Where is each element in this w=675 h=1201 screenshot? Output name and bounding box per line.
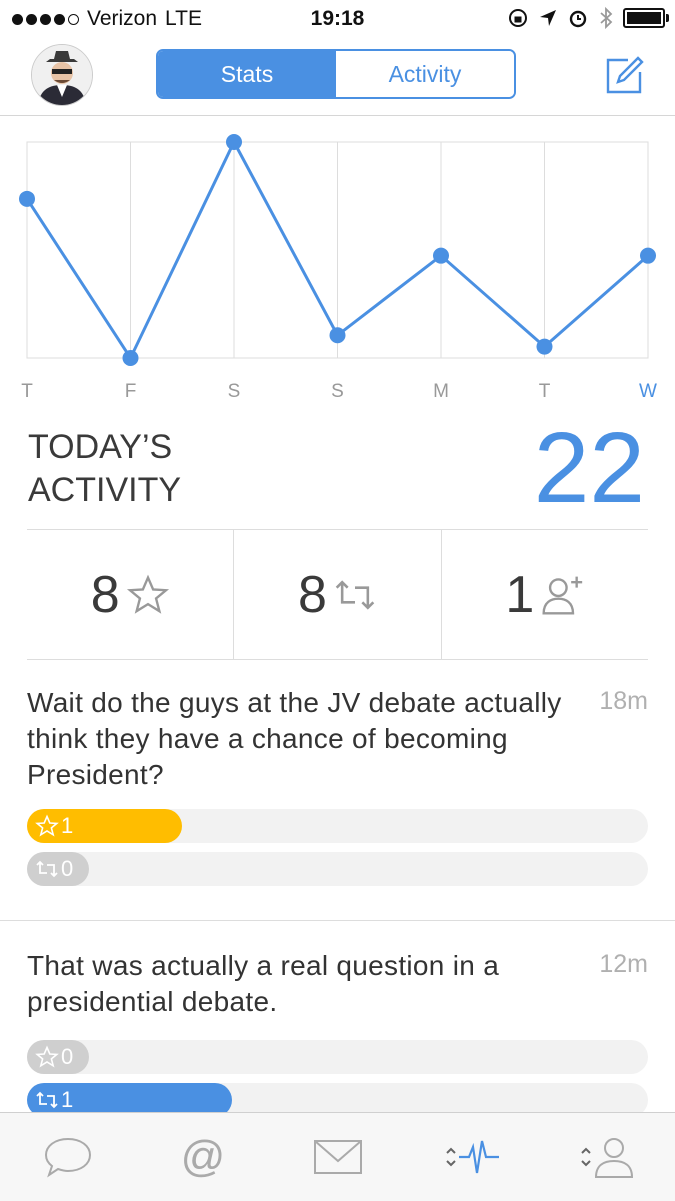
star-icon	[126, 574, 169, 614]
chart-tick-label: S	[228, 381, 241, 402]
tab-messages[interactable]	[270, 1113, 405, 1201]
activity-chart: TFSSMTW	[19, 134, 657, 402]
tweet-item[interactable]: Wait do the guys at the JV debate actual…	[27, 685, 648, 886]
favorites-bar-fill: 0	[27, 1040, 89, 1074]
rotation-lock-icon	[509, 9, 527, 27]
favorites-bar-fill: 1	[27, 809, 183, 843]
mention-icon: @	[180, 1133, 225, 1181]
today-activity-label: TODAY’S ACTIVITY	[28, 426, 181, 512]
followers-count-value: 1	[505, 565, 535, 624]
chart-tick-label: F	[125, 381, 137, 402]
today-activity-value: 22	[533, 412, 645, 524]
chart-point	[640, 247, 656, 264]
chart-point	[226, 134, 242, 150]
battery-icon	[623, 8, 669, 28]
chart-point	[122, 350, 139, 366]
star-icon	[35, 1045, 59, 1068]
favorites-bar-value: 1	[61, 813, 74, 838]
mail-icon	[313, 1140, 362, 1174]
chart-tick-label: T	[539, 381, 551, 402]
today-label-line1: TODAY’S	[28, 428, 173, 466]
chart-point	[329, 327, 346, 344]
tweet-age: 12m	[599, 950, 648, 978]
retweets-bar-value: 0	[61, 856, 74, 881]
retweets-count-value: 8	[298, 565, 327, 624]
tab-activity-active[interactable]	[405, 1113, 540, 1201]
favorites-count[interactable]: 8	[27, 530, 233, 659]
chart-tick-label: T	[21, 381, 33, 402]
retweet-icon	[36, 1091, 58, 1109]
counts-row: 8 8 1	[27, 529, 648, 660]
chart-tick-label: M	[433, 381, 449, 402]
chart-tick-label: W	[639, 381, 657, 402]
tab-stats[interactable]: Stats	[158, 51, 336, 97]
chart-point	[433, 247, 449, 264]
compose-icon[interactable]	[604, 56, 644, 96]
star-icon	[35, 814, 59, 837]
chart-tick-label: S	[331, 381, 344, 402]
favorites-count-value: 8	[90, 565, 120, 624]
retweets-bar: 0	[27, 852, 648, 886]
retweets-bar-fill: 0	[27, 852, 89, 886]
chart-point	[19, 190, 35, 207]
retweets-count[interactable]: 8	[233, 530, 440, 659]
tweet-item[interactable]: That was actually a real question in a p…	[27, 948, 648, 1117]
tweet-text: That was actually a real question in a p…	[27, 950, 500, 1017]
activity-icon	[445, 1140, 499, 1174]
divider	[0, 920, 675, 921]
chart-point	[536, 338, 553, 355]
tweet-age: 18m	[599, 687, 648, 715]
profile-icon	[580, 1138, 633, 1178]
location-icon	[540, 10, 556, 26]
today-label-line2: ACTIVITY	[28, 471, 182, 509]
favorites-bar: 0	[27, 1040, 648, 1074]
add-follower-icon	[542, 576, 583, 615]
segmented-control: Stats Activity	[156, 49, 516, 99]
tweet-text: Wait do the guys at the JV debate actual…	[27, 687, 562, 790]
chat-bubble-icon	[44, 1137, 91, 1178]
tab-profile[interactable]	[540, 1113, 675, 1201]
tab-bar: @	[0, 1112, 675, 1201]
status-bar: Verizon LTE 19:18	[0, 0, 675, 38]
retweet-icon	[335, 579, 375, 610]
avatar[interactable]	[31, 44, 93, 106]
favorites-bar-value: 0	[61, 1044, 74, 1069]
retweets-bar-value: 1	[61, 1087, 74, 1112]
tab-mentions[interactable]: @	[135, 1113, 270, 1201]
nav-bar: Stats Activity	[0, 38, 675, 116]
alarm-icon	[569, 10, 587, 28]
favorites-bar: 1	[27, 809, 648, 843]
svg-text:@: @	[180, 1133, 225, 1181]
tab-activity[interactable]: Activity	[336, 51, 514, 97]
followers-count[interactable]: 1	[440, 530, 648, 659]
retweet-icon	[36, 860, 58, 878]
bluetooth-icon	[600, 6, 613, 30]
tab-timeline[interactable]	[0, 1113, 135, 1201]
